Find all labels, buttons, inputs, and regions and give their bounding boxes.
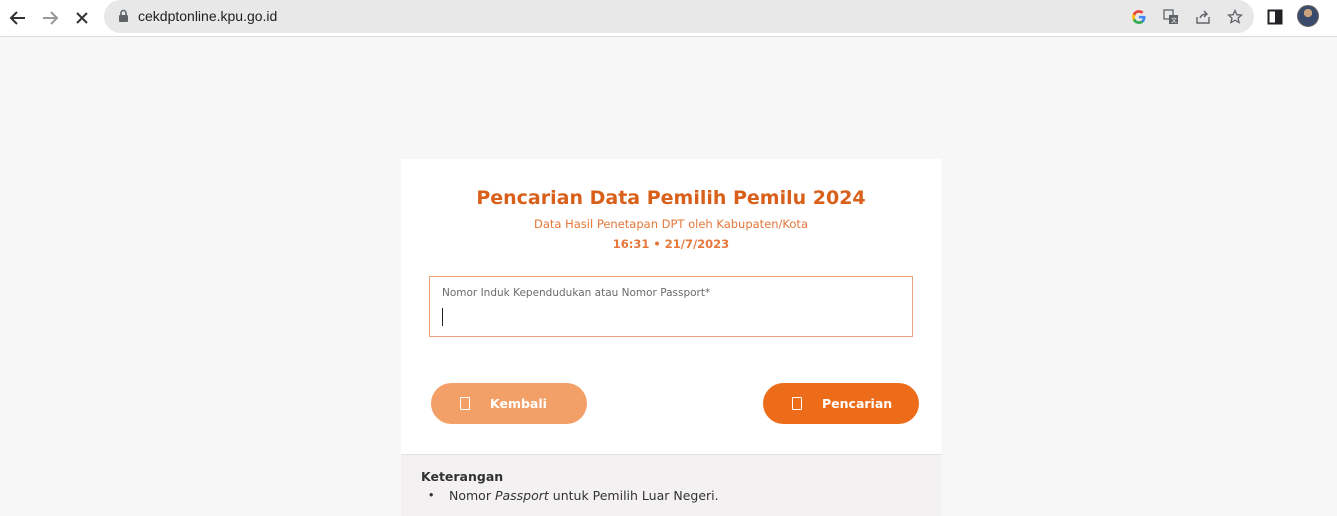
search-button[interactable]: Pencarian bbox=[763, 383, 919, 424]
page-title: Pencarian Data Pemilih Pemilu 2024 bbox=[476, 187, 866, 209]
back-button[interactable]: Kembali bbox=[431, 383, 587, 424]
text-caret bbox=[442, 308, 443, 326]
nik-field[interactable]: Nomor Induk Kependudukan atau Nomor Pass… bbox=[429, 276, 913, 337]
translate-icon[interactable]: 文 bbox=[1160, 6, 1182, 28]
bookmark-star-icon[interactable] bbox=[1224, 6, 1246, 28]
back-arrow-icon[interactable] bbox=[6, 6, 30, 30]
notes-item-suffix: untuk Pemilih Luar Negeri. bbox=[548, 488, 719, 503]
back-icon bbox=[460, 397, 470, 410]
search-button-label: Pencarian bbox=[822, 396, 893, 411]
back-button-label: Kembali bbox=[490, 396, 547, 411]
nik-field-label: Nomor Induk Kependudukan atau Nomor Pass… bbox=[442, 287, 711, 299]
side-panel-icon[interactable] bbox=[1263, 5, 1287, 29]
notes-title: Keterangan bbox=[421, 469, 504, 484]
bullet-icon: • bbox=[429, 488, 434, 502]
browser-toolbar: cekdptonline.kpu.go.id 文 bbox=[0, 0, 1337, 37]
share-icon[interactable] bbox=[1192, 6, 1214, 28]
notes-section: Keterangan • Nomor Passport untuk Pemili… bbox=[401, 455, 941, 516]
search-card: Pencarian Data Pemilih Pemilu 2024 Data … bbox=[401, 159, 941, 455]
address-bar[interactable]: cekdptonline.kpu.go.id 文 bbox=[104, 0, 1254, 33]
lock-icon bbox=[118, 9, 129, 28]
svg-text:文: 文 bbox=[1171, 17, 1177, 25]
profile-avatar[interactable] bbox=[1297, 5, 1319, 27]
search-icon bbox=[792, 397, 802, 410]
notes-item-italic: Passport bbox=[494, 488, 549, 503]
notes-item-prefix: Nomor bbox=[449, 488, 495, 503]
notes-item: Nomor Passport untuk Pemilih Luar Negeri… bbox=[449, 488, 719, 503]
nik-input[interactable] bbox=[440, 305, 900, 329]
timestamp: 16:31 • 21/7/2023 bbox=[612, 237, 730, 251]
google-icon[interactable] bbox=[1128, 6, 1150, 28]
page-subtitle: Data Hasil Penetapan DPT oleh Kabupaten/… bbox=[533, 217, 808, 231]
forward-arrow-icon[interactable] bbox=[38, 6, 62, 30]
url-text: cekdptonline.kpu.go.id bbox=[138, 8, 278, 24]
stop-loading-icon[interactable] bbox=[70, 6, 94, 30]
